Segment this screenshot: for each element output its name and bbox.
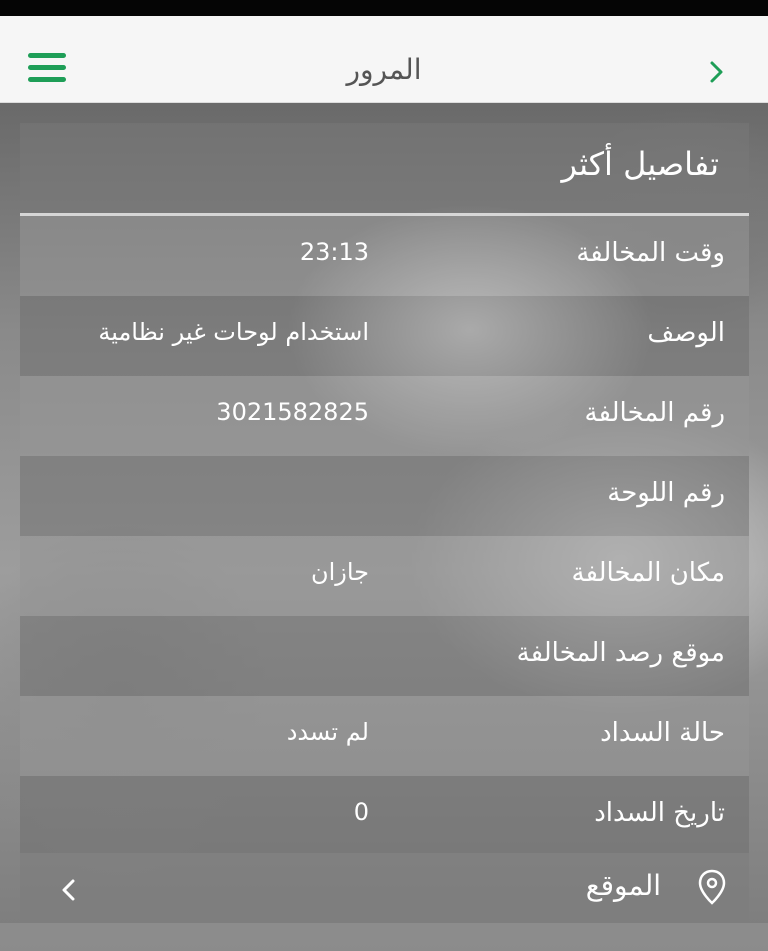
detail-value: جازان <box>310 558 369 586</box>
chevron-right-icon[interactable] <box>704 60 728 84</box>
detail-label: رقم المخالفة <box>584 398 725 428</box>
detail-row-payment-date: تاريخ السداد 0 <box>20 776 749 853</box>
app-header: المرور <box>0 16 768 103</box>
detail-value: 23:13 <box>299 238 369 266</box>
chevron-left-icon[interactable] <box>58 877 80 903</box>
detail-label: مكان المخالفة <box>571 558 725 588</box>
detail-label: موقع رصد المخالفة <box>516 638 725 668</box>
detail-row-violation-place: مكان المخالفة جازان <box>20 536 749 616</box>
location-label: الموقع <box>585 869 661 902</box>
details-card: تفاصيل أكثر وقت المخالفة 23:13 الوصف است… <box>20 123 749 923</box>
map-pin-icon <box>698 869 726 905</box>
detail-value: لم تسدد <box>286 718 369 746</box>
detail-row-description: الوصف استخدام لوحات غير نظامية <box>20 296 749 376</box>
detail-value: 3021582825 <box>216 398 369 426</box>
status-bar <box>0 0 768 16</box>
location-row[interactable]: الموقع <box>20 853 749 923</box>
details-title: تفاصيل أكثر <box>561 145 719 183</box>
detail-label: تاريخ السداد <box>594 798 725 828</box>
detail-row-violation-number: رقم المخالفة 3021582825 <box>20 376 749 456</box>
detail-row-payment-status: حالة السداد لم تسدد <box>20 696 749 776</box>
details-header: تفاصيل أكثر <box>20 123 749 213</box>
page-title: المرور <box>346 53 422 86</box>
detail-label: وقت المخالفة <box>576 238 725 268</box>
detail-label: الوصف <box>647 318 725 348</box>
bottom-strip <box>0 923 768 951</box>
detail-label: حالة السداد <box>600 718 725 748</box>
menu-icon[interactable] <box>28 53 66 83</box>
detail-row-time: وقت المخالفة 23:13 <box>20 216 749 296</box>
detail-row-plate-number: رقم اللوحة <box>20 456 749 536</box>
detail-value: استخدام لوحات غير نظامية <box>98 318 369 346</box>
detail-row-detection-site: موقع رصد المخالفة <box>20 616 749 696</box>
detail-label: رقم اللوحة <box>607 478 725 508</box>
detail-value: 0 <box>353 798 369 826</box>
